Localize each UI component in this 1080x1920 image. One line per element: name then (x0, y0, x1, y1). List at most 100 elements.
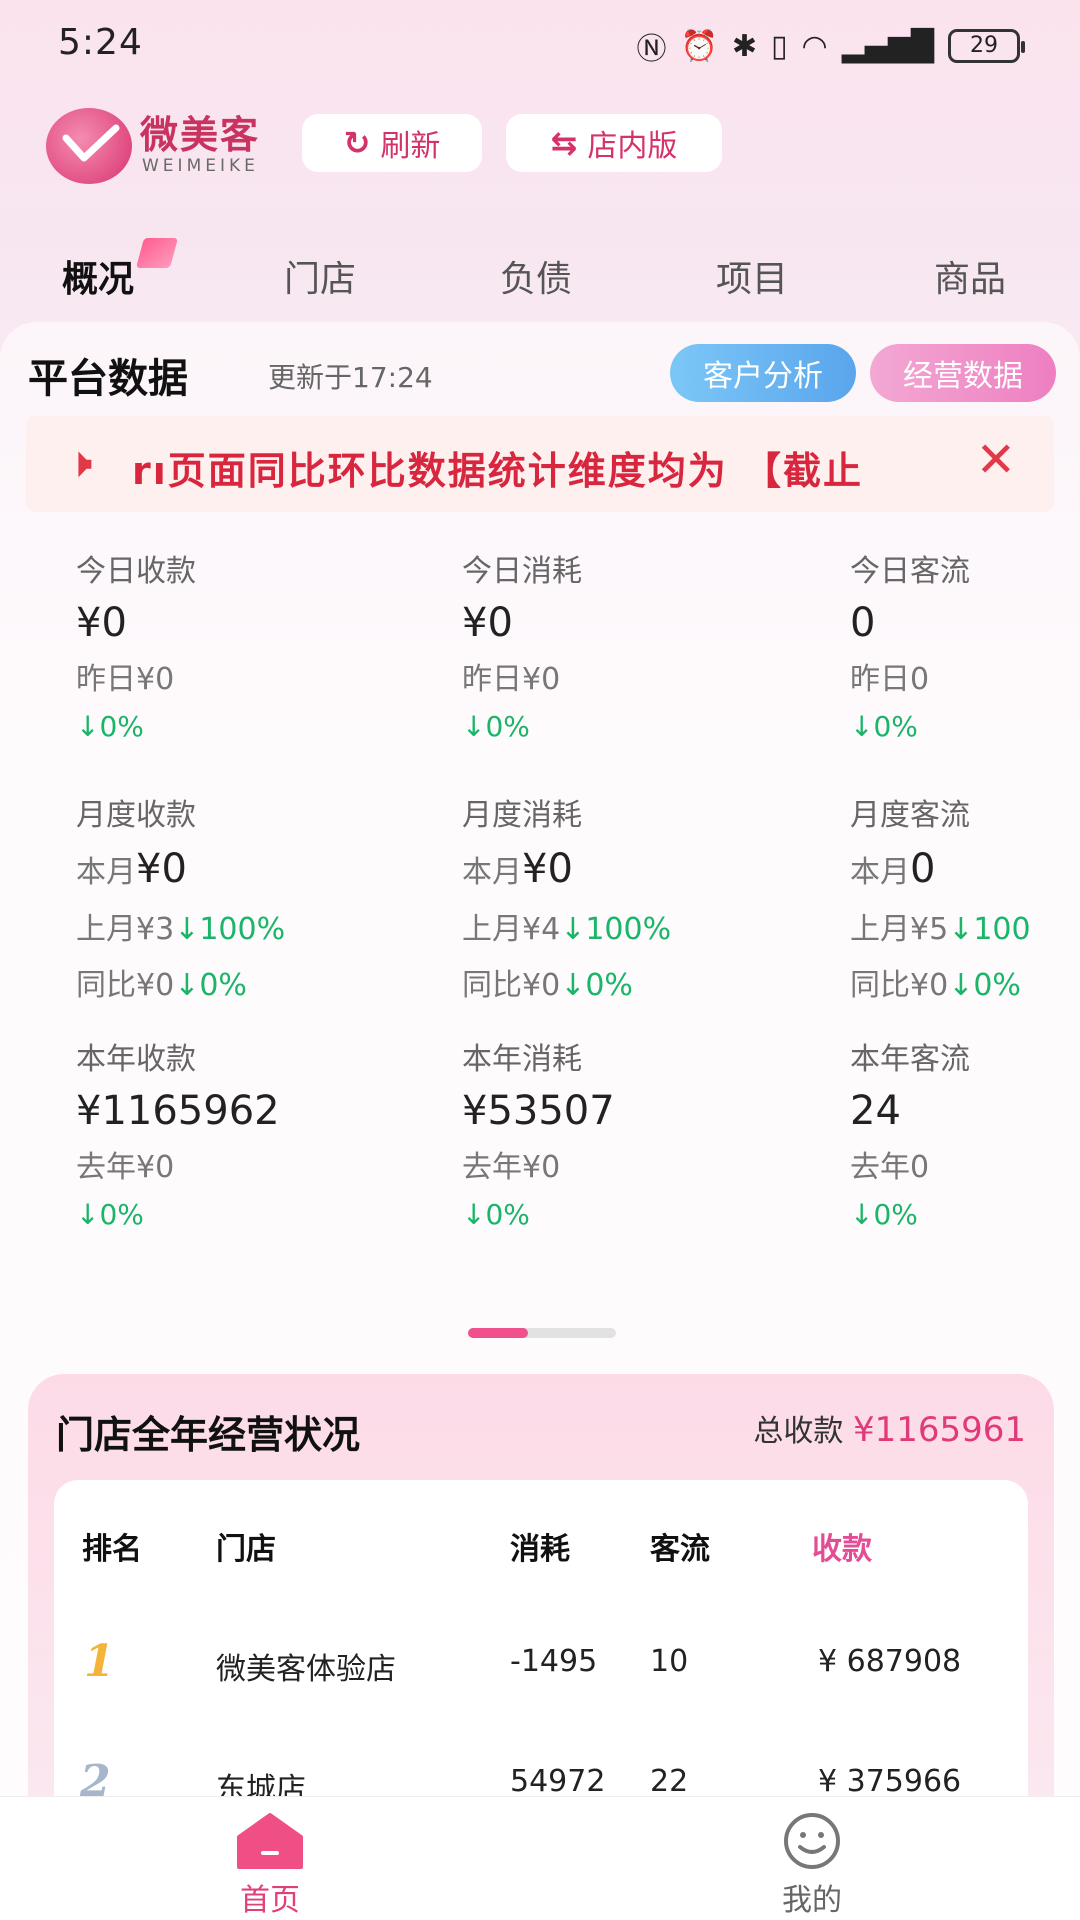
stat-change: ↓0% (850, 1198, 918, 1231)
nav-mine-label: 我的 (782, 1883, 842, 1918)
col-income[interactable]: 收款 (812, 1524, 872, 1568)
stat-prev: 去年0 (850, 1150, 930, 1185)
app-logo: 微美客 WEIMEIKE (46, 100, 276, 190)
refresh-label: 刷新 (380, 129, 441, 164)
stat-value: ¥0 (462, 600, 513, 646)
stat-last-change: ↓100 (948, 912, 1031, 947)
table-cell-income: ¥ 687908 (818, 1644, 962, 1679)
nfc-icon: Ⓝ (636, 32, 667, 67)
stat-current-value: 0 (910, 846, 936, 892)
stat-yoy: 同比¥0↓0% (462, 960, 802, 1004)
top-tabs: 概况 门店 负债 项目 商品 (0, 230, 1080, 314)
stat-prev: 昨日¥0 (462, 662, 561, 697)
store-total-label: 总收款 (753, 1414, 844, 1449)
stat-label: 今日收款 (76, 554, 196, 589)
stat-current-value: ¥0 (136, 846, 187, 892)
stat-today-traffic[interactable]: 今日客流 0 昨日0 ↓0% (850, 546, 1080, 743)
page-indicator-active (468, 1328, 528, 1338)
stat-last: 上月¥5↓100 (850, 904, 1076, 948)
notice-text: rı页面同比环比数据统计维度均为 【截止 (132, 449, 863, 493)
stat-prev: 去年¥0 (76, 1150, 175, 1185)
stat-label: 月度消耗 (462, 798, 582, 833)
stat-yoy: 同比¥0↓0% (850, 960, 1076, 1004)
tab-overview[interactable]: 概况 (62, 250, 134, 302)
rank-badge: 1 (84, 1636, 115, 1687)
stat-today-income[interactable]: 今日收款 ¥0 昨日¥0 ↓0% (76, 546, 416, 743)
stat-value: 0 (850, 600, 876, 646)
tab-stores[interactable]: 门店 (284, 250, 356, 302)
stat-month-income[interactable]: 月度收款 本月¥0 上月¥3↓100% 同比¥0↓0% (76, 790, 416, 1004)
smiley-icon (784, 1813, 840, 1869)
stat-change: ↓0% (850, 710, 918, 743)
home-icon (237, 1813, 303, 1869)
store-total: 总收款 ¥1165961 (753, 1406, 1026, 1450)
bluetooth-icon: ✱ (731, 28, 757, 64)
stat-yoy-value: 同比¥0 (850, 968, 949, 1003)
table-cell-income: ¥ 375966 (818, 1764, 962, 1799)
refresh-button[interactable]: ↻ 刷新 (302, 114, 482, 172)
stat-last: 上月¥3↓100% (76, 904, 416, 948)
stat-month-consume[interactable]: 月度消耗 本月¥0 上月¥4↓100% 同比¥0↓0% (462, 790, 802, 1004)
stat-prev: 去年¥0 (462, 1150, 561, 1185)
stat-label: 本年客流 (850, 1042, 970, 1077)
platform-data-title: 平台数据 (28, 356, 188, 402)
stat-year-consume[interactable]: 本年消耗 ¥53507 去年¥0 ↓0% (462, 1034, 802, 1231)
stat-change: ↓0% (76, 710, 144, 743)
tab-products[interactable]: 商品 (934, 250, 1006, 302)
stat-value: 24 (850, 1088, 901, 1134)
col-rank: 排名 (82, 1532, 142, 1567)
battery-icon: 29 (948, 29, 1025, 63)
stat-label: 今日客流 (850, 554, 970, 589)
nav-home[interactable]: 首页 (170, 1797, 370, 1920)
alarm-icon: ⏰ (680, 28, 718, 64)
stat-last-change: ↓100% (560, 912, 672, 947)
stat-yoy-value: 同比¥0 (462, 968, 561, 1003)
vibrate-icon: ▯ (771, 28, 788, 64)
status-time: 5:24 (58, 22, 143, 63)
stat-prev: 昨日¥0 (76, 662, 175, 697)
stat-current-prefix: 本月 (76, 855, 136, 890)
bottom-nav: 首页 我的 (0, 1796, 1080, 1920)
stat-change: ↓0% (462, 710, 530, 743)
stat-last-value: 上月¥4 (462, 912, 561, 947)
stat-month-traffic[interactable]: 月度客流 本月0 上月¥5↓100 同比¥0↓0% (850, 790, 1076, 1004)
col-store: 门店 (216, 1532, 276, 1567)
status-icons: Ⓝ ⏰ ✱ ▯ ◠ ▂▄▆█ 29 (636, 24, 1025, 68)
stat-yoy-change: ↓0% (174, 968, 247, 1003)
close-icon[interactable]: ✕ (976, 432, 1016, 488)
nav-home-label: 首页 (240, 1883, 300, 1918)
stat-current-prefix: 本月 (462, 855, 522, 890)
swap-icon: ⇆ (550, 124, 578, 162)
refresh-icon: ↻ (343, 124, 371, 162)
stat-today-consume[interactable]: 今日消耗 ¥0 昨日¥0 ↓0% (462, 546, 802, 743)
switch-label: 店内版 (587, 129, 678, 164)
stat-label: 月度客流 (850, 798, 970, 833)
tab-liabilities[interactable]: 负债 (500, 250, 572, 302)
stat-label: 今日消耗 (462, 554, 582, 589)
signal-icon: ▂▄▆█ (841, 28, 934, 64)
col-consume[interactable]: 消耗 (510, 1524, 570, 1568)
table-cell-traffic: 10 (650, 1644, 689, 1679)
stat-current-prefix: 本月 (850, 855, 910, 890)
speaker-icon: 🕨 (66, 438, 93, 487)
page-indicator (468, 1328, 616, 1338)
stat-year-income[interactable]: 本年收款 ¥1165962 去年¥0 ↓0% (76, 1034, 416, 1231)
stat-last-change: ↓100% (174, 912, 286, 947)
table-cell-store[interactable]: 微美客体验店 (216, 1644, 396, 1688)
stat-label: 月度收款 (76, 798, 196, 833)
business-data-button[interactable]: 经营数据 (870, 344, 1056, 402)
store-table: 排名 门店 消耗 客流 收款 1 微美客体验店 -1495 10 ¥ 68790… (54, 1480, 1028, 1820)
logo-subtext: WEIMEIKE (142, 156, 259, 176)
table-cell-traffic: 22 (650, 1764, 689, 1799)
notice-bar: 🕨 rı页面同比环比数据统计维度均为 【截止 ✕ (26, 416, 1054, 512)
col-traffic[interactable]: 客流 (650, 1524, 710, 1568)
customer-analysis-button[interactable]: 客户分析 (670, 344, 856, 402)
stat-current: 本月¥0 (76, 846, 416, 892)
stat-year-traffic[interactable]: 本年客流 24 去年0 ↓0% (850, 1034, 1080, 1231)
stat-change: ↓0% (462, 1198, 530, 1231)
stat-current-value: ¥0 (522, 846, 573, 892)
nav-mine[interactable]: 我的 (712, 1797, 912, 1920)
tab-projects[interactable]: 项目 (716, 250, 788, 302)
switch-version-button[interactable]: ⇆ 店内版 (506, 114, 722, 172)
stat-yoy: 同比¥0↓0% (76, 960, 416, 1004)
